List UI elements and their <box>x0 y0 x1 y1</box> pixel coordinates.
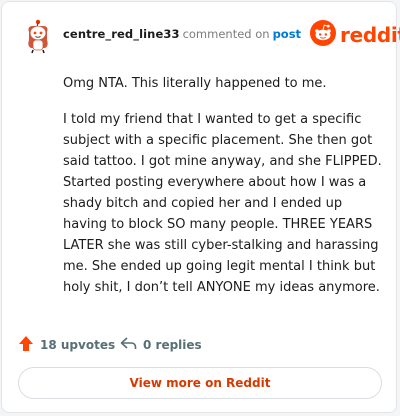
upvotes-button[interactable]: 18 upvotes <box>18 334 115 356</box>
username-link[interactable]: centre_red_line33 <box>63 27 180 41</box>
snoo-avatar-icon[interactable] <box>24 18 52 54</box>
reddit-brand[interactable]: reddit <box>310 20 400 50</box>
commented-on-label: commented on <box>182 27 270 41</box>
comment-header: centre_red_line33commented onpost reddit <box>2 2 400 62</box>
reddit-logo-icon <box>310 20 336 50</box>
replies-button[interactable]: 0 replies <box>120 334 202 356</box>
post-link[interactable]: post <box>273 27 301 41</box>
embedded-comment-card: centre_red_line33commented onpost reddit <box>1 1 400 413</box>
upvote-arrow-icon <box>18 335 40 355</box>
upvotes-count: 18 upvotes <box>40 338 116 352</box>
view-more-button[interactable]: View more on Reddit <box>18 367 382 399</box>
comment-paragraph: Omg NTA. This literally happened to me. <box>63 76 327 91</box>
comment-meta: centre_red_line33 commented on post <box>63 27 301 41</box>
reddit-wordmark: reddit <box>340 23 400 47</box>
replies-count: 0 replies <box>143 338 202 352</box>
comment-paragraph: I told my friend that I wanted to get a … <box>63 112 382 295</box>
reply-arrow-icon <box>120 336 143 354</box>
comment-body: Omg NTA. This literally happened to me. … <box>63 73 383 313</box>
